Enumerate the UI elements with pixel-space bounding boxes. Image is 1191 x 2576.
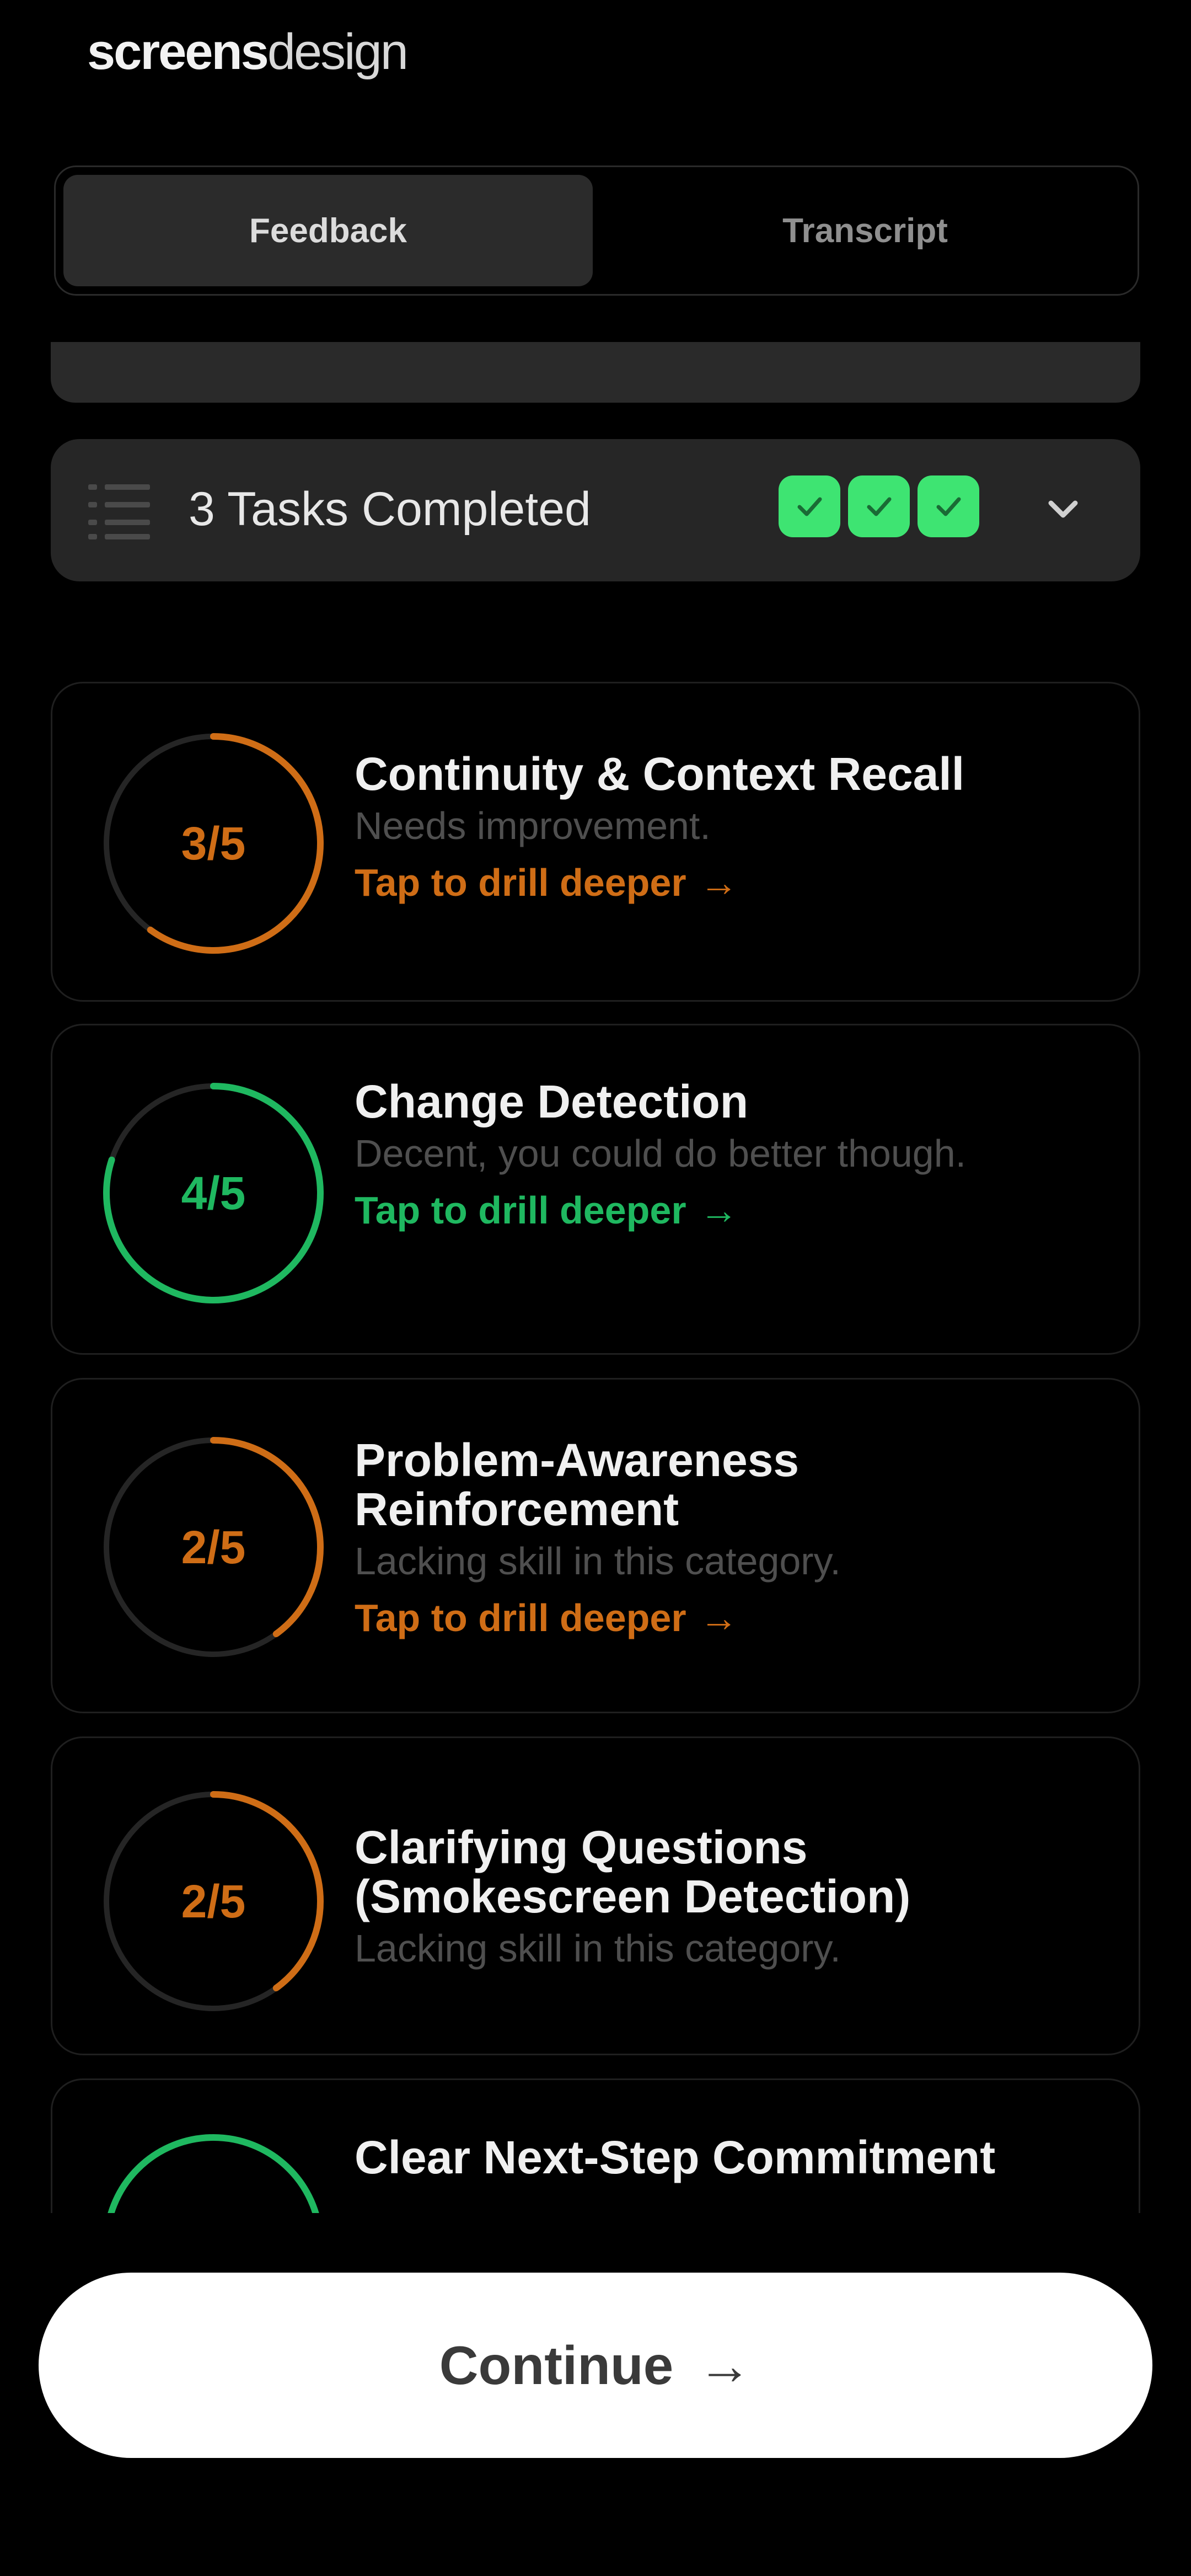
skill-card-clarifying-questions[interactable]: 2/5 Clarifying Questions (Smokescreen De… bbox=[51, 1736, 1140, 2055]
score-label: 2/5 bbox=[181, 1521, 246, 1573]
skill-card-continuity[interactable]: 3/5 Continuity & Context Recall Needs im… bbox=[51, 682, 1140, 1002]
score-ring: 2/5 bbox=[98, 1786, 329, 2017]
card-title: Clear Next-Step Commitment bbox=[355, 2131, 996, 2183]
arrow-right-icon: → bbox=[698, 2334, 752, 2396]
continue-label: Continue bbox=[439, 2334, 674, 2396]
card-description: Lacking skill in this category. bbox=[355, 1540, 841, 1583]
score-label: 4/5 bbox=[181, 1167, 246, 1219]
continue-button[interactable]: Continue → bbox=[39, 2273, 1152, 2458]
score-ring: 3/5 bbox=[98, 728, 329, 959]
card-title: Clarifying Questions (Smokescreen Detect… bbox=[355, 1821, 911, 1923]
score-label: 3/5 bbox=[181, 817, 246, 869]
drill-deeper-link[interactable]: Tap to drill deeper → bbox=[355, 1596, 1088, 1639]
drill-deeper-link[interactable]: Tap to drill deeper → bbox=[355, 861, 1088, 904]
card-description: Lacking skill in this category. bbox=[355, 1927, 841, 1970]
drill-deeper-link[interactable]: Tap to drill deeper → bbox=[355, 1189, 1088, 1232]
arrow-right-icon: → bbox=[699, 1188, 738, 1232]
arrow-right-icon: → bbox=[699, 1596, 738, 1639]
card-title: Change Detection bbox=[355, 1076, 749, 1127]
scroll-content[interactable]: 3/5 Continuity & Context Recall Needs im… bbox=[0, 0, 1191, 2213]
score-label: 2/5 bbox=[181, 1875, 246, 1927]
card-description: Needs improvement. bbox=[355, 804, 711, 848]
arrow-right-icon: → bbox=[699, 861, 738, 904]
card-title: Continuity & Context Recall bbox=[355, 748, 965, 800]
score-ring: 4/5 bbox=[98, 1077, 329, 1309]
skill-card-next-step-commitment[interactable]: Clear Next-Step Commitment bbox=[51, 2078, 1140, 2213]
card-title: Problem-Awareness Reinforcement bbox=[355, 1434, 800, 1536]
score-ring: 2/5 bbox=[98, 1431, 329, 1663]
skill-card-problem-awareness[interactable]: 2/5 Problem-Awareness Reinforcement Lack… bbox=[51, 1378, 1140, 1713]
card-description: Decent, you could do better though. bbox=[355, 1132, 967, 1175]
skill-card-change-detection[interactable]: 4/5 Change Detection Decent, you could d… bbox=[51, 1024, 1140, 1355]
score-ring bbox=[98, 2129, 329, 2213]
